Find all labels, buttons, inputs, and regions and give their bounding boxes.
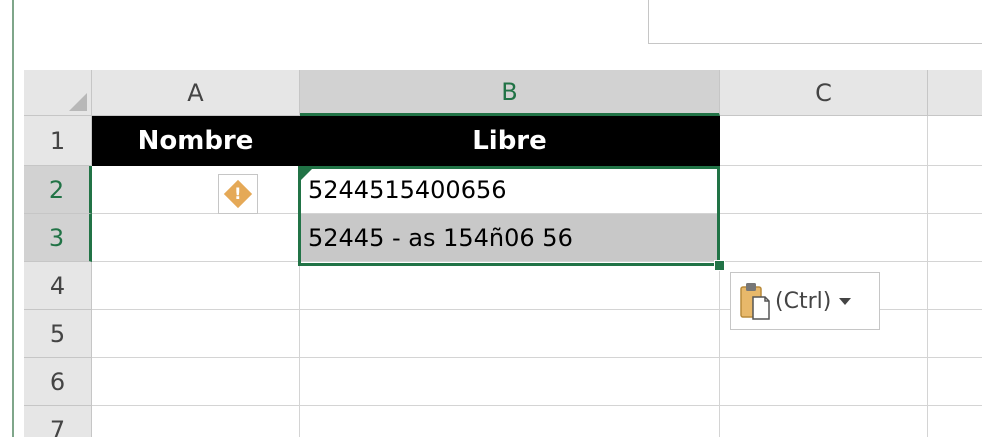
cell-a5[interactable]: [92, 310, 300, 358]
cell-a6[interactable]: [92, 358, 300, 406]
row-header-7[interactable]: 7: [24, 406, 92, 437]
cell-a1[interactable]: Nombre: [92, 116, 300, 166]
row-header-6[interactable]: 6: [24, 358, 92, 406]
clipboard-paste-icon: [740, 283, 770, 320]
cell-d4[interactable]: [928, 262, 982, 310]
fill-handle[interactable]: [714, 260, 725, 271]
cell-c7[interactable]: [720, 406, 928, 437]
row-header-5[interactable]: 5: [24, 310, 92, 358]
cell-b3[interactable]: 52445 - as 154ñ06 56: [300, 214, 720, 262]
select-all-triangle-icon: [69, 93, 87, 111]
formula-bar[interactable]: [648, 0, 982, 44]
error-check-button[interactable]: !: [218, 174, 258, 214]
cell-c3[interactable]: [720, 214, 928, 262]
chevron-down-icon: [839, 297, 852, 305]
cell-a4[interactable]: [92, 262, 300, 310]
cell-c1[interactable]: [720, 116, 928, 166]
cell-a2[interactable]: [92, 166, 300, 214]
cell-b1[interactable]: Libre: [300, 116, 720, 166]
worksheet-grid: A B C 1 2 3 4 5 6 7 Nombre Libre 5244515…: [24, 70, 982, 437]
cell-b7[interactable]: [300, 406, 720, 437]
column-header-a[interactable]: A: [92, 70, 300, 116]
column-header-b[interactable]: B: [300, 70, 720, 116]
cell-a7[interactable]: [92, 406, 300, 437]
row-header-2[interactable]: 2: [24, 166, 92, 214]
column-header-c[interactable]: C: [720, 70, 928, 116]
row-header-3[interactable]: 3: [24, 214, 92, 262]
row-header-4[interactable]: 4: [24, 262, 92, 310]
paste-options-label: (Ctrl): [775, 288, 832, 314]
cell-d3[interactable]: [928, 214, 982, 262]
cell-d2[interactable]: [928, 166, 982, 214]
cell-c6[interactable]: [720, 358, 928, 406]
cell-b2[interactable]: 5244515400656: [300, 166, 720, 214]
cell-b4[interactable]: [300, 262, 720, 310]
column-header-d[interactable]: [928, 70, 982, 116]
window-edge-line: [12, 0, 14, 437]
cell-d5[interactable]: [928, 310, 982, 358]
number-as-text-indicator-icon: [301, 169, 312, 180]
warning-diamond-icon: !: [223, 179, 253, 209]
paste-options-button[interactable]: (Ctrl): [730, 272, 880, 330]
window-edge: [0, 0, 12, 437]
cell-d6[interactable]: [928, 358, 982, 406]
cell-b6[interactable]: [300, 358, 720, 406]
cell-d7[interactable]: [928, 406, 982, 437]
cell-b5[interactable]: [300, 310, 720, 358]
cell-a3[interactable]: [92, 214, 300, 262]
cell-c2[interactable]: [720, 166, 928, 214]
cell-d1[interactable]: [928, 116, 982, 166]
row-header-1[interactable]: 1: [24, 116, 92, 166]
select-all-button[interactable]: [24, 70, 92, 116]
